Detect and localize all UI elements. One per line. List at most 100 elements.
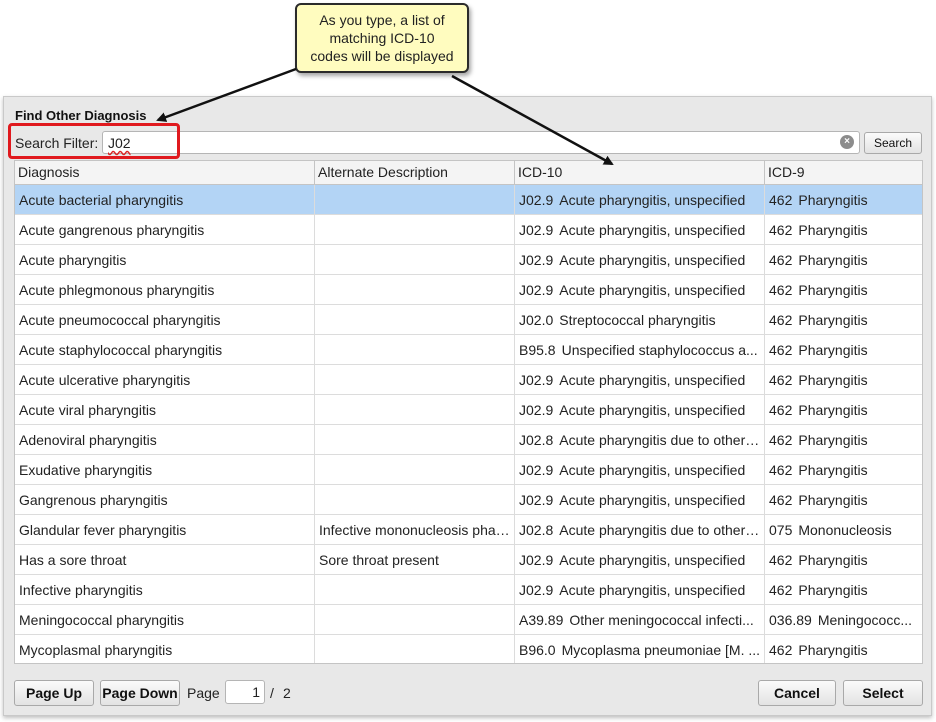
table-row[interactable]: Acute gangrenous pharyngitis J02.9 Acute p… [15, 215, 922, 245]
dialog-title: Find Other Diagnosis [15, 108, 147, 123]
diagnosis-table: Diagnosis Alternate Description ICD-10 I… [14, 160, 923, 664]
icd9-cell: 462 Pharyngitis [765, 545, 922, 574]
diagnosis-cell: Acute pneumococcal pharyngitis [15, 305, 315, 334]
icd10-code: J02.9 [519, 192, 554, 208]
icd9-code: 462 [769, 342, 793, 358]
table-row[interactable]: Acute ulcerative pharyngitis J02.9 Acute p… [15, 365, 922, 395]
cancel-button[interactable]: Cancel [758, 680, 836, 706]
icd9-code: 462 [769, 432, 793, 448]
icd9-code: 462 [769, 552, 793, 568]
icd10-description: Mycoplasma pneumoniae [M. ... [561, 642, 761, 658]
diagnosis-cell: Has a sore throat [15, 545, 315, 574]
icd10-code: B95.8 [519, 342, 556, 358]
icd9-code: 462 [769, 282, 793, 298]
column-header-alternate-description[interactable]: Alternate Description [315, 161, 515, 184]
diagnosis-cell: Acute pharyngitis [15, 245, 315, 274]
table-row[interactable]: Acute phlegmonous pharyngitis J02.9 Acute … [15, 275, 922, 305]
callout-line-1: As you type, a list of [319, 12, 445, 28]
diagnosis-text: Meningococcal pharyngitis [19, 612, 184, 628]
icd9-description: Pharyngitis [798, 582, 868, 598]
icd10-code: B96.0 [519, 642, 556, 658]
alternate-description-cell [315, 575, 515, 604]
icd10-cell: J02.8 Acute pharyngitis due to other ... [515, 425, 765, 454]
table-row[interactable]: Meningococcal pharyngitis A39.89 Other men… [15, 605, 922, 635]
icd10-description: Acute pharyngitis, unspecified [559, 252, 746, 268]
diagnosis-text: Mycoplasmal pharyngitis [19, 642, 173, 658]
alternate-description-cell [315, 395, 515, 424]
icd9-description: Pharyngitis [798, 432, 868, 448]
alternate-description-cell [315, 215, 515, 244]
icd9-code: 462 [769, 492, 793, 508]
icd9-code: 462 [769, 582, 793, 598]
clear-search-icon[interactable]: × [840, 135, 854, 149]
table-row[interactable]: Acute pharyngitis J02.9 Acute pharyngitis,… [15, 245, 922, 275]
page-down-button[interactable]: Page Down [100, 680, 180, 706]
icd9-description: Meningococc... [817, 612, 912, 628]
alternate-description-text: Sore throat present [319, 552, 439, 568]
icd9-code: 462 [769, 372, 793, 388]
table-row[interactable]: Acute staphylococcal pharyngitis B95.8 Uns… [15, 335, 922, 365]
diagnosis-cell: Adenoviral pharyngitis [15, 425, 315, 454]
icd10-cell: J02.9 Acute pharyngitis, unspecified [515, 545, 765, 574]
search-filter-input[interactable]: J02 [102, 131, 860, 154]
column-header-icd10[interactable]: ICD-10 [515, 161, 765, 184]
icd9-code: 036.89 [769, 612, 812, 628]
diagnosis-text: Infective pharyngitis [19, 582, 143, 598]
icd9-description: Pharyngitis [798, 252, 868, 268]
page-up-button[interactable]: Page Up [14, 680, 94, 706]
icd9-description: Pharyngitis [798, 552, 868, 568]
icd10-code: J02.9 [519, 552, 554, 568]
icd10-cell: J02.8 Acute pharyngitis due to other ... [515, 515, 765, 544]
page-number-input[interactable]: 1 [225, 680, 265, 704]
icd10-cell: J02.0 Streptococcal pharyngitis [515, 305, 765, 334]
table-row[interactable]: Exudative pharyngitis J02.9 Acute pharyngi… [15, 455, 922, 485]
icd10-description: Acute pharyngitis due to other ... [559, 432, 761, 448]
diagnosis-cell: Exudative pharyngitis [15, 455, 315, 484]
search-button[interactable]: Search [864, 132, 922, 154]
icd10-description: Unspecified staphylococcus a... [561, 342, 758, 358]
icd10-code: J02.9 [519, 222, 554, 238]
select-button[interactable]: Select [843, 680, 923, 706]
diagnosis-cell: Infective pharyngitis [15, 575, 315, 604]
icd9-cell: 462 Pharyngitis [765, 215, 922, 244]
icd10-description: Streptococcal pharyngitis [559, 312, 716, 328]
table-row[interactable]: Infective pharyngitis J02.9 Acute pharyngi… [15, 575, 922, 605]
callout-line-3: codes will be displayed [310, 48, 454, 64]
column-header-diagnosis[interactable]: Diagnosis [15, 161, 315, 184]
icd9-cell: 462 Pharyngitis [765, 575, 922, 604]
icd9-code: 462 [769, 402, 793, 418]
diagnosis-text: Acute bacterial pharyngitis [19, 192, 184, 208]
icd10-code: J02.9 [519, 402, 554, 418]
icd9-cell: 462 Pharyngitis [765, 185, 922, 214]
icd10-description: Acute pharyngitis, unspecified [559, 462, 746, 478]
icd10-description: Acute pharyngitis, unspecified [559, 552, 746, 568]
column-header-icd9[interactable]: ICD-9 [765, 161, 922, 184]
diagnosis-text: Acute viral pharyngitis [19, 402, 156, 418]
table-row[interactable]: Acute bacterial pharyngitis J02.9 Acute ph… [15, 185, 922, 215]
icd10-cell: B96.0 Mycoplasma pneumoniae [M. ... [515, 635, 765, 663]
table-row[interactable]: Adenoviral pharyngitis J02.8 Acute pharyng… [15, 425, 922, 455]
icd9-cell: 462 Pharyngitis [765, 455, 922, 484]
icd10-cell: J02.9 Acute pharyngitis, unspecified [515, 275, 765, 304]
table-row[interactable]: Gangrenous pharyngitis J02.9 Acute pharyng… [15, 485, 922, 515]
table-row[interactable]: Mycoplasmal pharyngitis B96.0 Mycoplasma p… [15, 635, 922, 663]
icd10-cell: J02.9 Acute pharyngitis, unspecified [515, 365, 765, 394]
icd10-code: J02.9 [519, 372, 554, 388]
icd10-cell: J02.9 Acute pharyngitis, unspecified [515, 185, 765, 214]
icd9-code: 462 [769, 462, 793, 478]
icd9-cell: 462 Pharyngitis [765, 485, 922, 514]
icd9-description: Pharyngitis [798, 372, 868, 388]
page-separator: / [270, 685, 274, 701]
icd9-cell: 462 Pharyngitis [765, 425, 922, 454]
icd10-code: J02.8 [519, 522, 554, 538]
icd9-cell: 462 Pharyngitis [765, 395, 922, 424]
icd10-description: Acute pharyngitis, unspecified [559, 402, 746, 418]
table-row[interactable]: Has a sore throat Sore throat present J02.… [15, 545, 922, 575]
table-row[interactable]: Acute pneumococcal pharyngitis J02.0 Strep… [15, 305, 922, 335]
table-row[interactable]: Acute viral pharyngitis J02.9 Acute pharyn… [15, 395, 922, 425]
table-row[interactable]: Glandular fever pharyngitis Infective mon… [15, 515, 922, 545]
icd10-code: J02.8 [519, 432, 554, 448]
diagnosis-cell: Glandular fever pharyngitis [15, 515, 315, 544]
tutorial-callout: As you type, a list of matching ICD-10 c… [295, 3, 469, 73]
diagnosis-text: Gangrenous pharyngitis [19, 492, 168, 508]
